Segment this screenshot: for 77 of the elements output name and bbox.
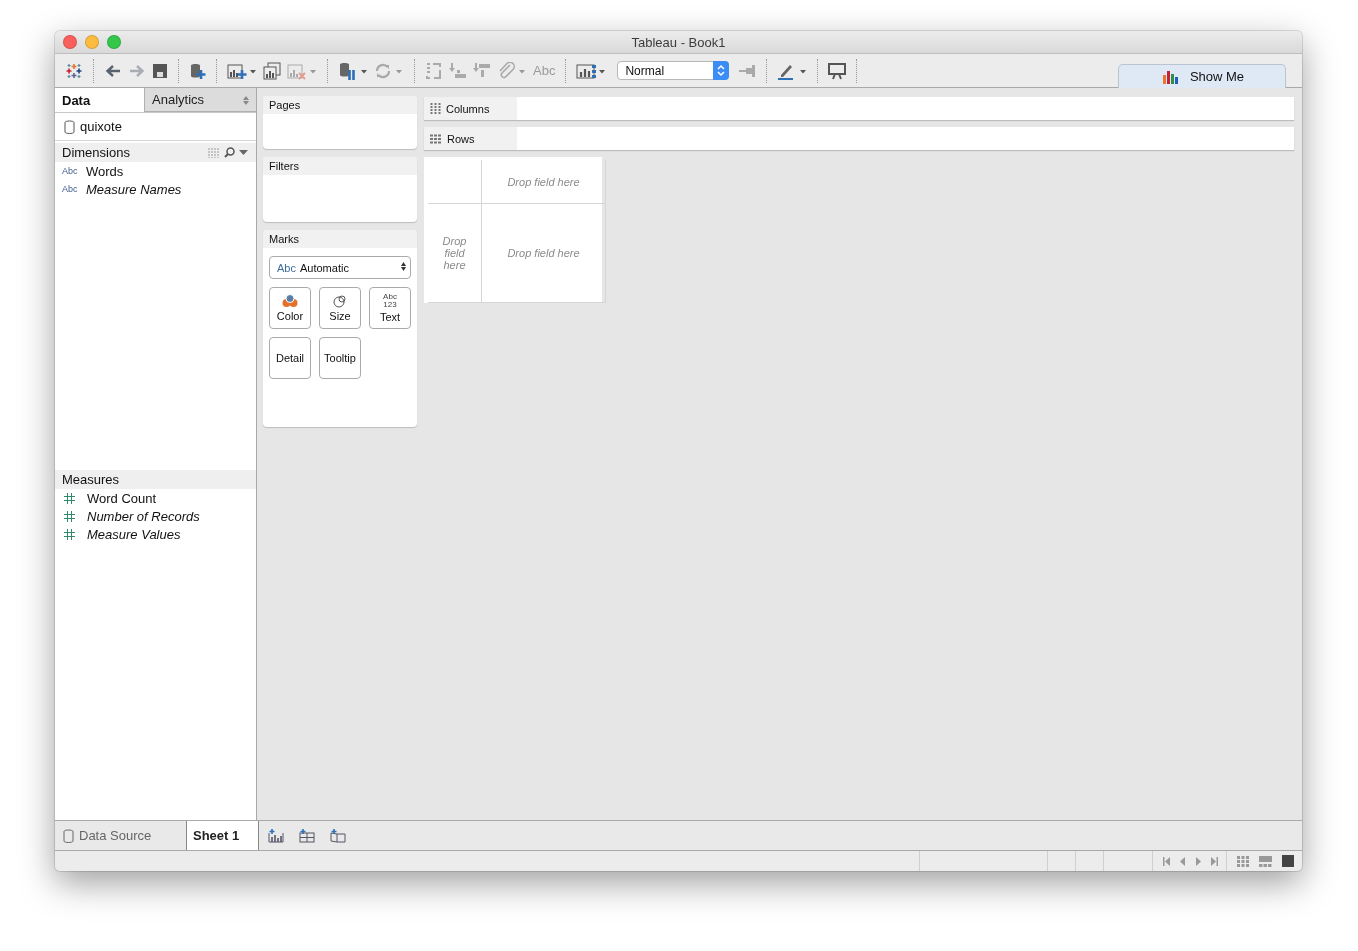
new-worksheet-icon[interactable] [268,828,284,843]
section-title: Dimensions [62,145,131,160]
up-down-arrows-icon [401,262,406,271]
presentation-icon[interactable] [828,61,847,80]
data-source-pause-icon[interactable] [338,60,368,81]
abc-123-icon: Abc 123 [383,293,397,309]
new-dashboard-icon[interactable] [299,828,315,843]
sheet-tab[interactable]: Sheet 1 [186,821,259,850]
field-type-label: Abc [62,166,79,176]
show-me-button[interactable]: Show Me [1118,64,1286,88]
grid-view-icon[interactable] [1237,855,1249,867]
tableau-logo-icon[interactable] [65,61,83,80]
measure-field[interactable]: Word Count [87,490,157,506]
bar-chart-icon [1162,69,1179,84]
sort-arrows-icon[interactable] [243,96,249,105]
section-title: Measures [62,472,121,487]
last-page-icon[interactable] [1211,856,1218,866]
new-story-icon[interactable] [330,828,346,843]
swap-icon[interactable] [425,61,443,80]
window-title: Tableau - Book1 [631,34,726,50]
columns-shelf[interactable]: Columns [424,97,1294,120]
first-page-icon[interactable] [1163,856,1170,866]
back-arrow-icon[interactable] [104,62,122,79]
zoom-button[interactable] [107,35,121,49]
database-icon [63,828,74,843]
sort-ascending-icon[interactable] [449,61,467,80]
search-icon[interactable] [224,147,235,158]
number-field-icon [64,528,75,540]
drop-zone-hint: Drop field here [507,247,580,259]
number-field-icon [64,510,75,522]
drop-zone-hint: Drop field here [441,235,468,271]
new-data-source-icon[interactable] [189,61,206,80]
new-worksheet-icon[interactable] [227,61,257,80]
chart-type-icon[interactable] [576,61,607,80]
card-title: Filters [269,160,299,172]
dimension-field[interactable]: Words [86,163,124,179]
duplicate-sheet-icon[interactable] [263,61,281,80]
database-icon [64,119,75,134]
dimension-field[interactable]: Measure Names [86,181,182,197]
card-title: Marks [269,233,299,245]
forward-arrow-icon[interactable] [128,62,146,79]
previous-page-icon[interactable] [1179,856,1186,866]
pane-tab[interactable]: Analytics [144,88,256,112]
next-page-icon[interactable] [1195,856,1202,866]
shelf-label: Columns [446,102,490,115]
color-mark-button[interactable]: Color [269,287,311,329]
measure-field[interactable]: Measure Values [87,526,181,542]
refresh-icon[interactable] [374,61,404,80]
measure-field[interactable]: Number of Records [87,508,200,524]
rows-shelf[interactable]: Rows [424,127,1294,150]
data-source-name[interactable]: quixote [80,119,122,134]
tooltip-mark-button[interactable]: Tooltip [319,337,361,379]
field-type-label: Abc [62,184,79,194]
close-button[interactable] [63,35,77,49]
shelf-label: Rows [447,132,475,145]
paperclip-icon[interactable] [497,61,527,80]
up-down-arrows-icon [713,61,730,80]
drop-zone-hint: Drop field here [507,175,580,188]
color-circles-icon [282,294,298,308]
minimize-button[interactable] [85,35,99,49]
list-view-icon[interactable] [208,147,220,158]
sort-descending-icon[interactable] [473,61,491,80]
caret-icon[interactable] [239,149,248,156]
size-mark-button[interactable]: Size [319,287,361,329]
card-title: Pages [269,99,301,111]
detail-mark-button[interactable]: Detail [269,337,311,379]
rows-icon [430,133,442,144]
clear-sheet-icon[interactable] [287,61,317,80]
text-mark-button[interactable]: Abc 123 Text [369,287,411,329]
filmstrip-view-icon[interactable] [1259,855,1272,867]
number-field-icon [64,492,75,504]
mark-type-dropdown[interactable]: Abc Automatic [269,256,411,279]
save-icon[interactable] [152,62,168,79]
size-circles-icon [333,294,347,308]
view-size-dropdown[interactable]: Normal [617,61,730,80]
columns-icon [430,103,441,114]
data-source-tab[interactable]: Data Source [55,821,186,850]
